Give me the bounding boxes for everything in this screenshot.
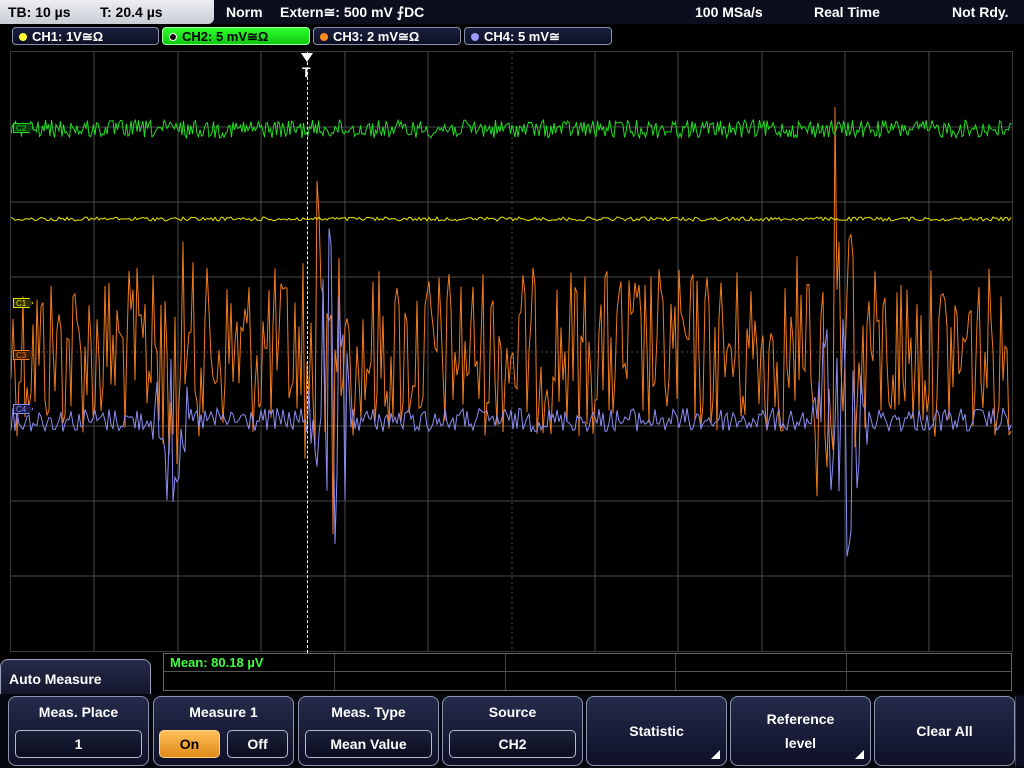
channel-1-trace [11, 216, 1012, 223]
channel-3-trace [11, 106, 1012, 535]
statistic-softkey[interactable]: Statistic [586, 696, 727, 766]
channel-4-trace [11, 228, 1012, 557]
acquisition-realtime: Real Time [814, 4, 880, 20]
measurement-result-bar: Mean: 80.18 µV [163, 653, 1012, 691]
clear-all-label: Clear All [916, 723, 973, 739]
reference-level-label: Reference level [731, 697, 870, 765]
source-softkey[interactable]: Source CH2 [442, 696, 583, 766]
waveform-path [11, 118, 1012, 140]
channel-3-dot-icon [320, 33, 328, 41]
channel-1-ground-marker[interactable]: C1 [13, 298, 34, 308]
measurement-cell-divider [334, 654, 335, 690]
source-title: Source [488, 704, 537, 720]
timebase-value: TB: 10 µs [8, 4, 71, 20]
trigger-state: Not Rdy. [952, 4, 1009, 20]
meas-type-title: Meas. Type [331, 704, 406, 720]
channel-4-label: CH4: 5 mV≅ [484, 29, 560, 44]
channel-2-dot-icon [169, 33, 177, 41]
channel-2-button[interactable]: CH2: 5 mV≅Ω [162, 27, 310, 45]
channel-3-ground-marker[interactable]: C3 [13, 350, 34, 360]
trigger-position-arrow-icon[interactable] [301, 53, 313, 62]
channel-1-label: CH1: 1V≅Ω [32, 29, 104, 44]
channel-3-button[interactable]: CH3: 2 mV≅Ω [313, 27, 461, 45]
mean-result: Mean: 80.18 µV [170, 655, 264, 670]
menu-title: Auto Measure [0, 659, 151, 697]
menu-edge-handle[interactable] [1015, 696, 1024, 766]
waveform-canvas [11, 52, 1012, 651]
submenu-corner-icon [711, 750, 720, 759]
submenu-corner-icon [855, 750, 864, 759]
meas-place-title: Meas. Place [38, 704, 119, 720]
channel-3-label: CH3: 2 mV≅Ω [333, 29, 420, 44]
reference-label-line2: level [784, 735, 817, 751]
reference-label-line1: Reference [766, 711, 835, 727]
waveform-path [11, 228, 1012, 557]
channel-2-label: CH2: 5 mV≅Ω [182, 29, 269, 44]
trigger-position-line[interactable] [307, 52, 308, 653]
measurement-cell-divider [846, 654, 847, 690]
waveform-display[interactable]: T C2 C1 C3 C4 [10, 51, 1013, 653]
measure-1-on-button[interactable]: On [159, 730, 220, 758]
channel-4-ground-marker[interactable]: C4 [13, 404, 34, 414]
statistic-label: Statistic [629, 723, 684, 739]
measurement-cell-divider [505, 654, 506, 690]
waveform-path [11, 216, 1012, 223]
trigger-info: Extern≅: 500 mV ⨍DC [280, 4, 425, 20]
measure-1-softkey[interactable]: Measure 1 On Off [153, 696, 294, 766]
measurement-cell-divider [675, 654, 676, 690]
channel-bar: CH1: 1V≅Ω CH2: 5 mV≅Ω CH3: 2 mV≅Ω CH4: 5… [0, 26, 1024, 48]
channel-2-ground-marker[interactable]: C2 [13, 123, 34, 133]
meas-type-softkey[interactable]: Meas. Type Mean Value [298, 696, 439, 766]
channel-4-dot-icon [471, 33, 479, 41]
acquisition-mode: Norm [226, 4, 263, 20]
meas-place-value[interactable]: 1 [15, 730, 142, 758]
channel-2-trace [11, 118, 1012, 140]
channel-1-dot-icon [19, 33, 27, 41]
meas-place-softkey[interactable]: Meas. Place 1 [8, 696, 149, 766]
channel-4-button[interactable]: CH4: 5 mV≅ [464, 27, 612, 45]
softkey-bar: Meas. Place 1 Measure 1 On Off Meas. Typ… [0, 694, 1024, 768]
waveform-path [11, 106, 1012, 535]
channel-1-button[interactable]: CH1: 1V≅Ω [12, 27, 159, 45]
reference-level-softkey[interactable]: Reference level [730, 696, 871, 766]
meas-type-value[interactable]: Mean Value [305, 730, 432, 758]
sample-rate: 100 MSa/s [695, 4, 763, 20]
measurement-row: Mean: 80.18 µV [164, 654, 1011, 672]
trigger-time-value: T: 20.4 µs [100, 4, 163, 20]
status-bar: TB: 10 µs T: 20.4 µs Norm Extern≅: 500 m… [0, 0, 1024, 24]
source-value[interactable]: CH2 [449, 730, 576, 758]
timebase-box[interactable]: TB: 10 µs T: 20.4 µs [0, 0, 214, 24]
clear-all-softkey[interactable]: Clear All [874, 696, 1015, 766]
measure-1-off-button[interactable]: Off [227, 730, 288, 758]
measure-1-title: Measure 1 [189, 704, 258, 720]
trigger-label: T [302, 64, 311, 80]
